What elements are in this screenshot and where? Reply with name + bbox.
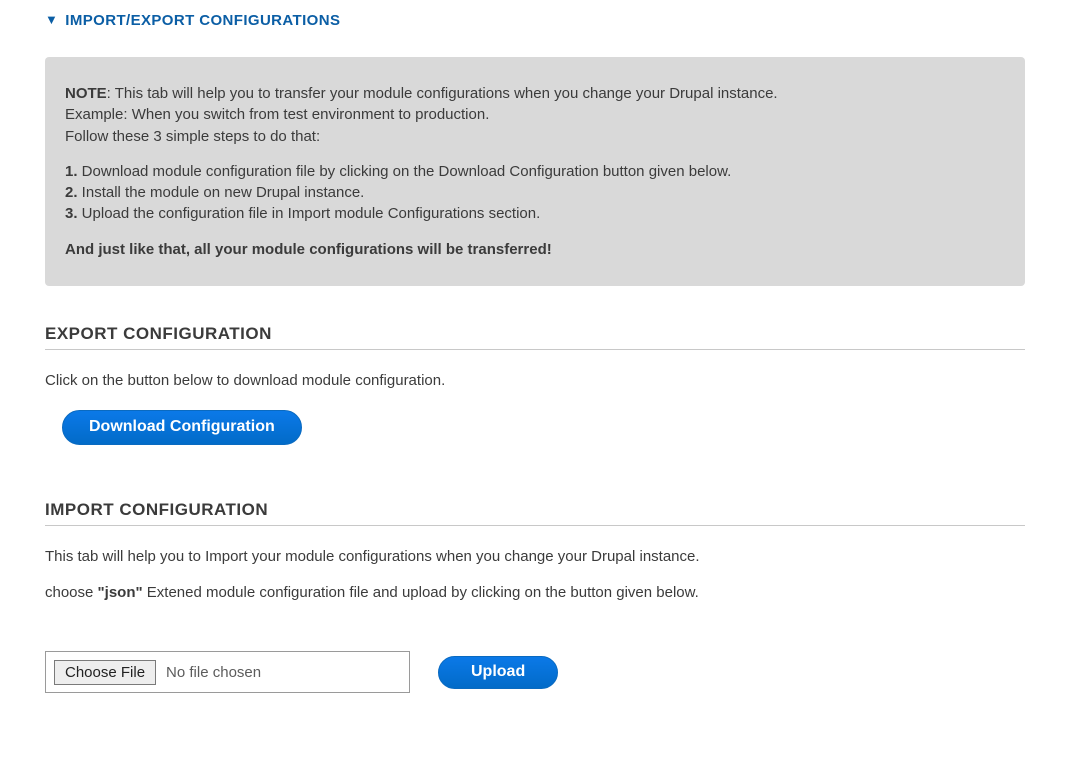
step1-text: Download module configuration file by cl… xyxy=(78,163,732,180)
step3-num: 3. xyxy=(65,205,78,222)
note-box: NOTE: This tab will help you to transfer… xyxy=(45,57,1025,286)
chevron-down-icon: ▼ xyxy=(45,13,58,26)
note-text-3: Follow these 3 simple steps to do that: xyxy=(65,126,1005,147)
file-status-text: No file chosen xyxy=(166,664,261,681)
import-export-toggle[interactable]: ▼ IMPORT/EXPORT CONFIGURATIONS xyxy=(45,12,1025,29)
note-text-1: : This tab will help you to transfer you… xyxy=(107,85,778,102)
import-desc-2c: Extened module configuration file and up… xyxy=(143,584,699,601)
import-desc-2b: "json" xyxy=(98,584,143,601)
note-conclusion: And just like that, all your module conf… xyxy=(65,239,1005,260)
import-desc-2a: choose xyxy=(45,584,98,601)
import-desc-1: This tab will help you to Import your mo… xyxy=(45,546,1025,568)
section-title: IMPORT/EXPORT CONFIGURATIONS xyxy=(65,12,340,29)
export-desc: Click on the button below to download mo… xyxy=(45,370,1025,392)
note-label: NOTE xyxy=(65,85,107,102)
step1-num: 1. xyxy=(65,163,78,180)
step2-text: Install the module on new Drupal instanc… xyxy=(78,184,365,201)
file-input[interactable]: Choose File No file chosen xyxy=(45,651,410,693)
import-heading: IMPORT CONFIGURATION xyxy=(45,500,1025,526)
step2-num: 2. xyxy=(65,184,78,201)
download-configuration-button[interactable]: Download Configuration xyxy=(62,410,302,445)
note-text-2: Example: When you switch from test envir… xyxy=(65,104,1005,125)
step3-text: Upload the configuration file in Import … xyxy=(78,205,541,222)
export-heading: EXPORT CONFIGURATION xyxy=(45,324,1025,350)
choose-file-button[interactable]: Choose File xyxy=(54,660,156,685)
upload-button[interactable]: Upload xyxy=(438,656,558,689)
